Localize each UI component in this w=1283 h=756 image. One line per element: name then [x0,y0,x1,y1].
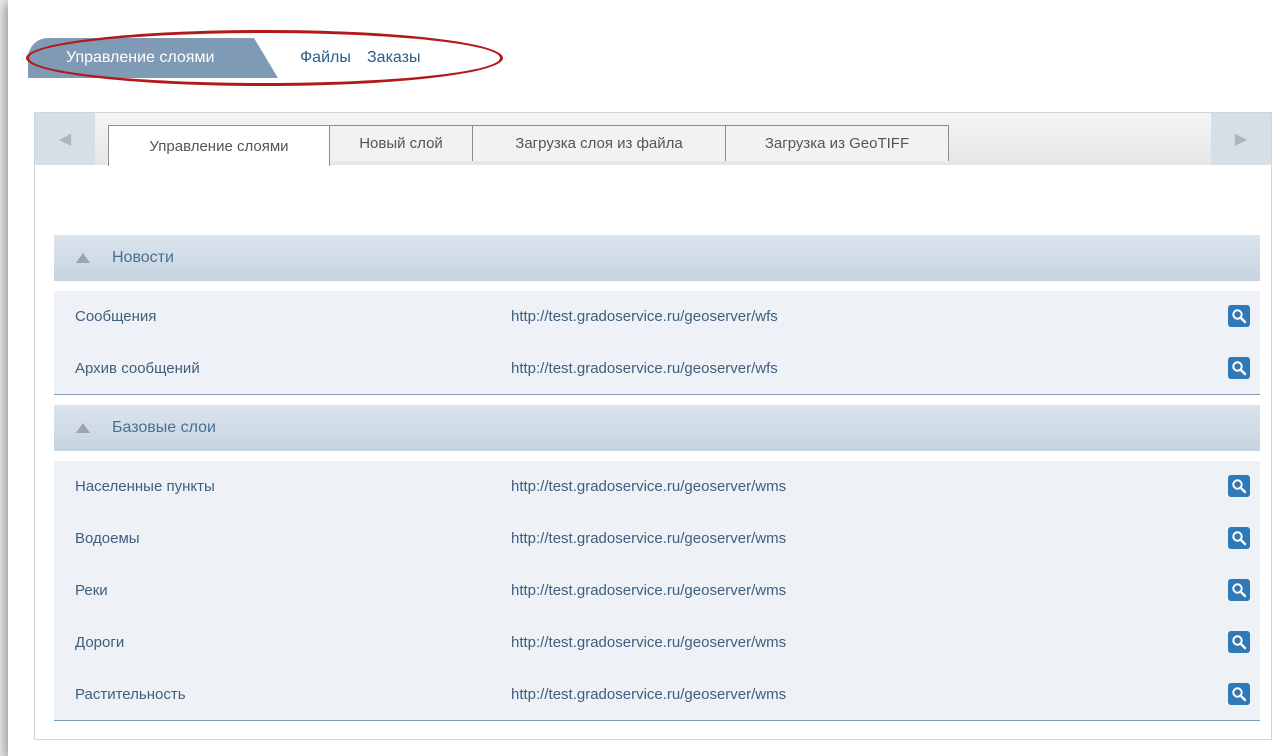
layer-url: http://test.gradoservice.ru/geoserver/wm… [511,530,787,547]
search-button[interactable] [1228,631,1250,653]
tab-load-from-geotiff[interactable]: Загрузка из GeoTIFF [725,125,949,161]
topnav-tab-label[interactable]: Управление слоями [66,49,214,67]
triangle-up-icon[interactable] [76,253,90,263]
layer-row: Архив сообщений http://test.gradoservice… [54,343,1260,395]
search-icon [1232,309,1247,324]
layer-name: Реки [75,582,108,599]
tab-scroll-right-button[interactable]: ▶ [1211,113,1271,165]
search-button[interactable] [1228,305,1250,327]
search-button[interactable] [1228,475,1250,497]
section-title: Базовые слои [112,419,216,436]
topnav-link-files[interactable]: Файлы [300,49,351,67]
layer-url: http://test.gradoservice.ru/geoserver/wm… [511,686,787,703]
layer-name: Сообщения [75,308,157,325]
search-icon [1232,531,1247,546]
layer-name: Растительность [75,686,186,703]
search-button[interactable] [1228,579,1250,601]
search-icon [1232,583,1247,598]
search-button[interactable] [1228,357,1250,379]
tab-strip: ◀ Управление слоями Новый слой Загрузка … [35,113,1271,166]
layer-url: http://test.gradoservice.ru/geoserver/wm… [511,634,787,651]
layers-panel: ◀ Управление слоями Новый слой Загрузка … [34,112,1272,740]
topnav-link-orders[interactable]: Заказы [367,49,420,67]
layer-row: Водоемы http://test.gradoservice.ru/geos… [54,513,1260,565]
section-header-base-layers[interactable]: Базовые слои [54,405,1260,451]
layer-url: http://test.gradoservice.ru/geoserver/wm… [511,582,787,599]
search-button[interactable] [1228,527,1250,549]
tab-load-layer-from-file[interactable]: Загрузка слоя из файла [472,125,726,161]
tab-new-layer[interactable]: Новый слой [329,125,473,161]
layer-name: Населенные пункты [75,478,215,495]
section-title: Новости [112,249,174,266]
layer-row: Реки http://test.gradoservice.ru/geoserv… [54,565,1260,617]
arrow-left-icon: ◀ [58,131,72,148]
layer-url: http://test.gradoservice.ru/geoserver/wm… [511,478,787,495]
layer-name: Дороги [75,634,125,651]
search-icon [1232,687,1247,702]
layer-name: Водоемы [75,530,140,547]
search-icon [1232,361,1247,376]
layer-url: http://test.gradoservice.ru/geoserver/wf… [511,360,778,377]
layer-name: Архив сообщений [75,360,200,377]
page: Управление слоями Файлы Заказы ◀ Управле… [8,0,1283,756]
search-icon [1232,635,1247,650]
triangle-up-icon[interactable] [76,423,90,433]
layer-url: http://test.gradoservice.ru/geoserver/wf… [511,308,778,325]
search-icon [1232,479,1247,494]
tab-scroll-left-button[interactable]: ◀ [35,113,95,165]
layer-row: Растительность http://test.gradoservice.… [54,669,1260,721]
layer-row: Сообщения http://test.gradoservice.ru/ge… [54,291,1260,343]
tab-layer-management[interactable]: Управление слоями [108,125,330,166]
layer-row: Населенные пункты http://test.gradoservi… [54,461,1260,513]
section-header-news[interactable]: Новости [54,235,1260,281]
search-button[interactable] [1228,683,1250,705]
arrow-right-icon: ▶ [1234,131,1248,148]
layer-row: Дороги http://test.gradoservice.ru/geose… [54,617,1260,669]
